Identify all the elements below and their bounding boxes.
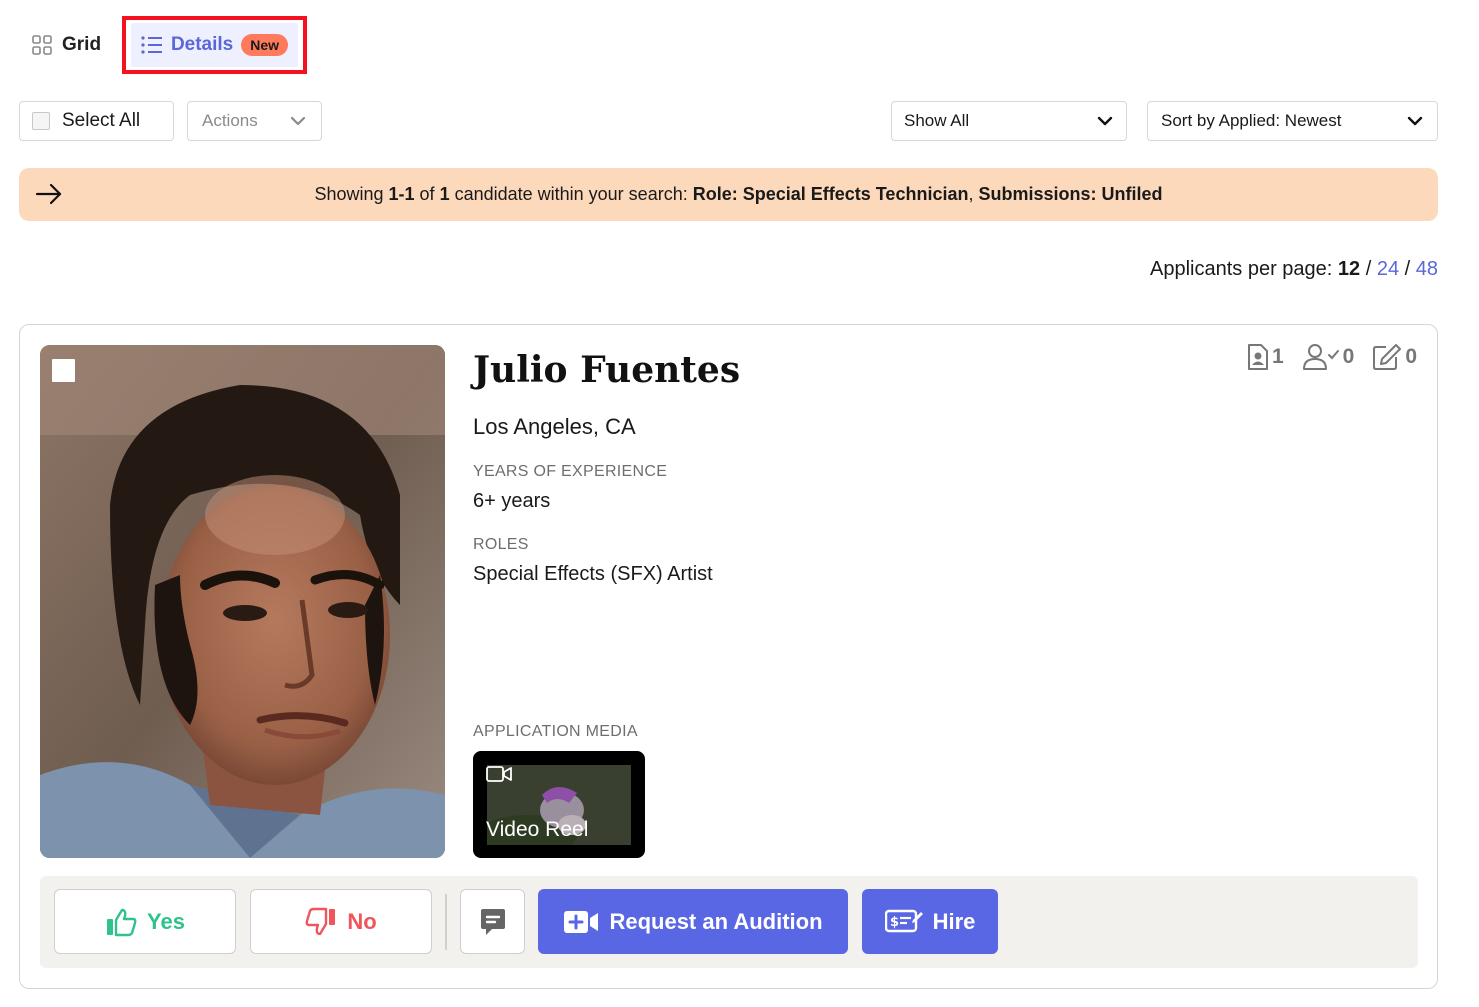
summary-separator: ,	[968, 184, 979, 204]
select-all-label: Select All	[62, 110, 141, 131]
search-summary-text: Showing 1-1 of 1 candidate within your s…	[19, 184, 1438, 205]
per-page-label: Applicants per page:	[1150, 258, 1338, 280]
summary-prefix: Showing	[314, 184, 389, 204]
sort-value: Applied: Newest	[1218, 111, 1342, 130]
applicants-per-page: Applicants per page: 12 / 24 / 48	[1150, 258, 1438, 281]
candidate-name[interactable]: Julio Fuentes	[473, 349, 740, 391]
reference-count[interactable]: 0	[1302, 343, 1355, 371]
no-label: No	[347, 908, 377, 934]
video-reel-label: Video Reel	[486, 818, 589, 841]
video-add-icon	[564, 910, 599, 933]
action-divider	[445, 894, 447, 950]
yes-label: Yes	[147, 908, 185, 934]
video-camera-icon	[486, 766, 512, 782]
summary-range: 1-1	[388, 184, 415, 204]
roles-value: Special Effects (SFX) Artist	[473, 563, 713, 585]
notes-count-value: 0	[1405, 345, 1417, 368]
yes-button[interactable]: Yes	[54, 889, 236, 954]
thumbs-up-icon	[107, 908, 137, 936]
details-view-label: Details	[170, 34, 234, 55]
summary-count: 1	[439, 184, 450, 204]
per-page-option-12[interactable]: 12	[1338, 258, 1360, 280]
notes-count[interactable]: 0	[1372, 343, 1417, 371]
message-button[interactable]	[460, 889, 525, 954]
per-page-option-24[interactable]: 24	[1377, 258, 1399, 280]
summary-submissions: Submissions: Unfiled	[978, 184, 1163, 204]
summary-role: Role: Special Effects Technician	[692, 184, 969, 204]
actions-dropdown[interactable]: Actions	[187, 101, 322, 141]
resume-count-value: 1	[1271, 345, 1284, 368]
candidate-stats: 1 0 0	[1247, 343, 1417, 371]
hire-button[interactable]: $ Hire	[862, 889, 998, 954]
edit-note-icon	[1373, 344, 1402, 370]
grid-icon	[32, 35, 52, 55]
request-audition-button[interactable]: Request an Audition	[538, 889, 848, 954]
chevron-down-icon	[1407, 116, 1423, 126]
video-reel-tile[interactable]: Video Reel	[473, 751, 645, 858]
sort-prefix: Sort by	[1161, 111, 1219, 130]
user-check-icon	[1302, 344, 1339, 370]
reference-count-value: 0	[1342, 345, 1355, 368]
per-page-separator: /	[1360, 258, 1377, 280]
search-summary-banner: Showing 1-1 of 1 candidate within your s…	[19, 168, 1438, 221]
grid-view-button[interactable]: Grid	[20, 23, 113, 67]
no-button[interactable]: No	[250, 889, 432, 954]
experience-value: 6+ years	[473, 490, 551, 512]
hire-label: Hire	[932, 908, 976, 934]
select-all-checkbox[interactable]	[32, 112, 50, 130]
per-page-separator: /	[1399, 258, 1416, 280]
grid-view-label: Grid	[62, 34, 102, 55]
money-contract-icon: $	[884, 909, 923, 932]
sort-dropdown[interactable]: Sort by Applied: Newest	[1147, 101, 1438, 141]
chevron-down-icon	[1097, 116, 1113, 126]
per-page-option-48[interactable]: 48	[1416, 258, 1438, 280]
select-all-button[interactable]: Select All	[19, 101, 174, 141]
roles-label: ROLES	[473, 536, 529, 553]
summary-suffix: candidate within your search:	[449, 184, 693, 204]
candidate-location: Los Angeles, CA	[473, 414, 636, 439]
chat-bubble-icon	[480, 908, 505, 935]
details-view-highlight: Details New	[122, 16, 307, 74]
candidate-action-bar: Yes No Request an Audition $ Hire	[40, 876, 1418, 968]
svg-text:$: $	[890, 915, 899, 930]
view-toggle: Grid Details New	[20, 16, 307, 74]
chevron-down-icon	[290, 116, 306, 126]
resume-count[interactable]: 1	[1247, 343, 1284, 371]
candidate-photo[interactable]	[40, 345, 445, 858]
details-view-button[interactable]: Details New	[130, 23, 299, 67]
thumbs-down-icon	[305, 907, 336, 935]
actions-label: Actions	[202, 111, 258, 130]
document-person-icon	[1247, 344, 1268, 370]
experience-label: YEARS OF EXPERIENCE	[473, 463, 668, 480]
candidate-portrait	[40, 345, 445, 858]
application-media-label: APPLICATION MEDIA	[473, 723, 638, 740]
arrow-right-icon[interactable]	[35, 182, 63, 206]
summary-of: of	[414, 184, 440, 204]
filter-dropdown[interactable]: Show All	[891, 101, 1127, 141]
list-icon	[141, 36, 162, 54]
candidate-select-checkbox[interactable]	[52, 359, 75, 382]
new-badge: New	[241, 34, 289, 56]
candidate-card: Julio Fuentes Los Angeles, CA YEARS OF E…	[19, 324, 1438, 989]
request-audition-label: Request an Audition	[609, 908, 823, 934]
filter-value: Show All	[904, 111, 970, 130]
sort-text: Sort by Applied: Newest	[1161, 111, 1341, 131]
